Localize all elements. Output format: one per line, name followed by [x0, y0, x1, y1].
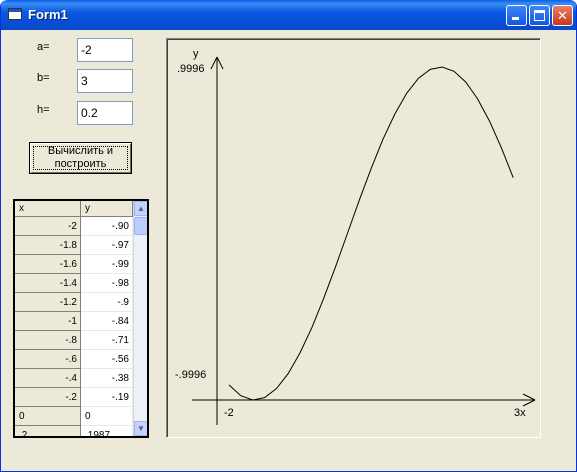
cell-x[interactable]: -1.6	[15, 255, 81, 274]
cell-y[interactable]: -.71	[81, 331, 133, 350]
cell-y[interactable]: -.90	[81, 217, 133, 236]
cell-x[interactable]: -.4	[15, 369, 81, 388]
cell-x[interactable]: -.6	[15, 350, 81, 369]
grid-scrollbar[interactable]: ▲ ▼	[133, 201, 147, 436]
label-h: h=	[37, 104, 50, 116]
window-title: Form1	[28, 7, 68, 22]
close-button[interactable]: ✕	[552, 5, 573, 26]
minimize-button[interactable]	[506, 5, 527, 26]
b-input[interactable]	[77, 69, 133, 93]
cell-y[interactable]: -.38	[81, 369, 133, 388]
table-row[interactable]: 00	[15, 407, 133, 426]
cell-y[interactable]: -.84	[81, 312, 133, 331]
table-row[interactable]: -1.4 -.98	[15, 274, 133, 293]
x-min-label: -2	[224, 407, 234, 419]
cell-y[interactable]: -.97	[81, 236, 133, 255]
cell-y[interactable]: -.19	[81, 388, 133, 407]
y-axis-arrow-right	[216, 56, 224, 70]
cell-x[interactable]: -1.4	[15, 274, 81, 293]
cell-x[interactable]: .2	[15, 426, 81, 436]
form-icon[interactable]	[8, 8, 22, 20]
maximize-icon	[534, 10, 545, 21]
cell-x[interactable]: 0	[15, 407, 81, 426]
y-axis-arrow-left	[210, 56, 218, 70]
cell-x[interactable]: -.2	[15, 388, 81, 407]
cell-x[interactable]: -2	[15, 217, 81, 236]
label-b: b=	[37, 72, 50, 84]
x-axis-arrow-top	[522, 393, 536, 401]
focus-rectangle	[33, 146, 128, 170]
y-min-label: -.9996	[175, 369, 207, 381]
cell-y[interactable]: 0	[81, 407, 133, 426]
cell-y[interactable]: -.99	[81, 255, 133, 274]
cell-y[interactable]: -.56	[81, 350, 133, 369]
minimize-icon	[512, 17, 519, 20]
cell-y[interactable]: .1987	[81, 426, 133, 436]
cell-y[interactable]: -.9	[81, 293, 133, 312]
main-window: Form1 ✕ a= b= h= Вычислить и построить x…	[0, 0, 577, 472]
table-row[interactable]: -2 -.90	[15, 217, 133, 236]
plot-picture-box: y .9996 -.9996 -2 3x	[166, 38, 541, 438]
table-row[interactable]: -1 -.84	[15, 312, 133, 331]
label-a: a=	[37, 41, 50, 53]
x-max-label: 3x	[514, 407, 526, 419]
plot-canvas	[192, 56, 536, 425]
cell-x[interactable]: -1.2	[15, 293, 81, 312]
h-input[interactable]	[77, 101, 133, 125]
table-row[interactable]: .2.1987	[15, 426, 133, 436]
table-row[interactable]: -1.2 -.9	[15, 293, 133, 312]
table-row[interactable]: -.4 -.38	[15, 369, 133, 388]
title-bar[interactable]: Form1 ✕	[1, 0, 576, 30]
cell-x[interactable]: -1	[15, 312, 81, 331]
table-row[interactable]: -1.8 -.97	[15, 236, 133, 255]
y-max-label: .9996	[177, 63, 205, 75]
calculate-and-plot-button[interactable]: Вычислить и построить	[29, 142, 132, 174]
a-input[interactable]	[77, 38, 133, 62]
scroll-thumb[interactable]	[134, 217, 147, 235]
table-row[interactable]: -.2 -.19	[15, 388, 133, 407]
table-row[interactable]: -.6 -.56	[15, 350, 133, 369]
x-axis-arrow-bottom	[522, 399, 536, 407]
scroll-up-icon[interactable]: ▲	[134, 201, 147, 216]
cell-x[interactable]: -1.8	[15, 236, 81, 255]
table-row[interactable]: -.8 -.71	[15, 331, 133, 350]
scroll-down-icon[interactable]: ▼	[134, 421, 147, 436]
close-icon: ✕	[557, 8, 568, 23]
function-curve	[228, 66, 514, 401]
maximize-button[interactable]	[529, 5, 550, 26]
column-header-y[interactable]: y	[81, 201, 133, 217]
y-axis-label: y	[193, 48, 199, 60]
cell-y[interactable]: -.98	[81, 274, 133, 293]
column-header-x[interactable]: x	[15, 201, 81, 217]
cell-x[interactable]: -.8	[15, 331, 81, 350]
table-row[interactable]: -1.6 -.99	[15, 255, 133, 274]
results-grid[interactable]: x y -2 -.90 -1.8 -.97 -1.6 -.99 -1.4 -.98 -1.2 -.…	[13, 199, 149, 438]
